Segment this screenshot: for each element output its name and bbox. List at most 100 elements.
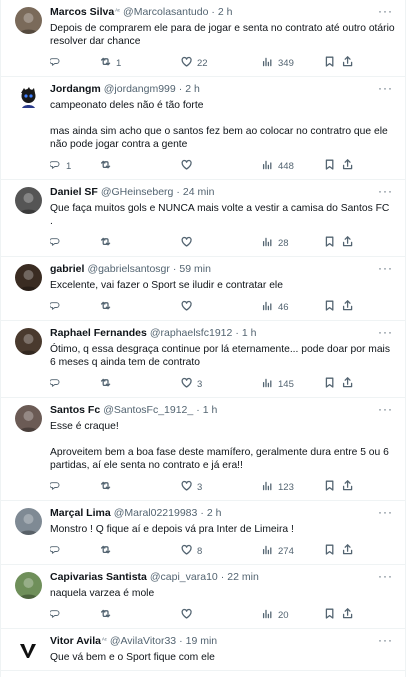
tweet[interactable]: ··· Vitor Avila ᴬᶜ @AvilaVitor33 · 19 min Que …	[1, 629, 405, 671]
tweet[interactable]: ··· Santos Fc @SantosFc_1912_ · 1 h Esse é cr…	[1, 398, 405, 501]
timestamp[interactable]: 2 h	[218, 6, 233, 19]
views-button[interactable]: 28	[262, 236, 324, 251]
tweet[interactable]: ··· Marcos Silva ᴬᶜ @Marcolasantudo · 2 h Depo…	[1, 0, 405, 77]
views-button[interactable]: 448	[262, 159, 324, 174]
tweet[interactable]: ··· Capivarias Santista @capi_vara10 · 22 mi…	[1, 565, 405, 629]
timestamp[interactable]: 24 min	[183, 186, 215, 199]
avatar[interactable]	[15, 636, 42, 663]
reply-button[interactable]	[49, 544, 100, 559]
bookmark-button[interactable]	[324, 608, 342, 623]
display-name[interactable]: Marcos Silva	[50, 6, 114, 19]
views-button[interactable]: 349	[262, 56, 324, 71]
views-button[interactable]: 274	[262, 544, 324, 559]
views-button[interactable]: 123	[262, 480, 324, 495]
timestamp[interactable]: 22 min	[227, 571, 259, 584]
avatar[interactable]	[15, 405, 42, 432]
tweet[interactable]: ··· Daniel SF @GHeinseberg · 24 min Que faça …	[1, 180, 405, 257]
reply-button[interactable]	[49, 608, 100, 623]
user-handle[interactable]: @Marcolasantudo	[123, 6, 208, 19]
bookmark-button[interactable]	[324, 236, 342, 251]
retweet-button[interactable]	[100, 544, 181, 559]
timestamp[interactable]: 19 min	[186, 635, 218, 648]
user-handle[interactable]: @capi_vara10	[150, 571, 218, 584]
like-button[interactable]: 3	[181, 377, 262, 392]
share-button[interactable]	[342, 158, 356, 174]
more-options-icon[interactable]: ···	[378, 633, 393, 647]
timestamp[interactable]: 1 h	[203, 404, 218, 417]
tweet[interactable]: ··· Marçal Lima @Maral02219983 · 2 h Monstro …	[1, 501, 405, 565]
reply-button[interactable]: 1	[49, 159, 100, 174]
retweet-button[interactable]	[100, 377, 181, 392]
user-handle[interactable]: @jordangm999	[104, 83, 176, 96]
more-options-icon[interactable]: ···	[378, 261, 393, 275]
timestamp[interactable]: 2 h	[207, 507, 222, 520]
bookmark-button[interactable]	[324, 159, 342, 174]
display-name[interactable]: Capivarias Santista	[50, 571, 147, 584]
retweet-button[interactable]	[100, 300, 181, 315]
retweet-button[interactable]: 1	[100, 56, 181, 71]
share-button[interactable]	[342, 299, 356, 315]
share-button[interactable]	[342, 376, 356, 392]
share-button[interactable]	[342, 55, 356, 71]
bookmark-button[interactable]	[324, 56, 342, 71]
avatar[interactable]	[15, 572, 42, 599]
more-options-icon[interactable]: ···	[378, 325, 393, 339]
more-options-icon[interactable]: ···	[378, 569, 393, 583]
display-name[interactable]: Marçal Lima	[50, 507, 111, 520]
like-button[interactable]	[181, 236, 262, 251]
display-name[interactable]: Daniel SF	[50, 186, 98, 199]
display-name[interactable]: Vitor Avila	[50, 635, 101, 648]
tweet[interactable]: ··· gabriel @gabrielsantosgr · 59 min Excelen…	[1, 257, 405, 321]
tweet[interactable]: ··· Raphael Fernandes @raphaelsfc1912 · 1 hÓ…	[1, 321, 405, 398]
display-name[interactable]: Jordangm	[50, 83, 101, 96]
share-button[interactable]	[342, 607, 356, 623]
timestamp[interactable]: 2 h	[185, 83, 200, 96]
timestamp[interactable]: 1 h	[242, 327, 257, 340]
views-button[interactable]: 145	[262, 377, 324, 392]
avatar[interactable]	[15, 7, 42, 34]
reply-button[interactable]	[49, 300, 100, 315]
user-handle[interactable]: @Maral02219983	[114, 507, 198, 520]
avatar[interactable]	[15, 328, 42, 355]
share-button[interactable]	[342, 543, 356, 559]
user-handle[interactable]: @raphaelsfc1912	[150, 327, 232, 340]
user-handle[interactable]: @gabrielsantosgr	[87, 263, 169, 276]
retweet-button[interactable]	[100, 480, 181, 495]
bookmark-button[interactable]	[324, 544, 342, 559]
share-button[interactable]	[342, 235, 356, 251]
bookmark-button[interactable]	[324, 480, 342, 495]
views-button[interactable]: 20	[262, 608, 324, 623]
avatar[interactable]	[15, 508, 42, 535]
like-button[interactable]	[181, 608, 262, 623]
display-name[interactable]: Raphael Fernandes	[50, 327, 147, 340]
timestamp[interactable]: 59 min	[179, 263, 211, 276]
user-handle[interactable]: @SantosFc_1912_	[103, 404, 193, 417]
bookmark-button[interactable]	[324, 377, 342, 392]
like-button[interactable]	[181, 300, 262, 315]
more-options-icon[interactable]: ···	[378, 81, 393, 95]
display-name[interactable]: gabriel	[50, 263, 84, 276]
like-button[interactable]: 8	[181, 544, 262, 559]
share-button[interactable]	[342, 479, 356, 495]
more-options-icon[interactable]: ···	[378, 184, 393, 198]
user-handle[interactable]: @AvilaVitor33	[110, 635, 176, 648]
retweet-button[interactable]	[100, 236, 181, 251]
like-button[interactable]: 22	[181, 56, 262, 71]
like-button[interactable]	[181, 159, 262, 174]
reply-button[interactable]	[49, 377, 100, 392]
avatar[interactable]	[15, 187, 42, 214]
avatar[interactable]	[15, 84, 42, 111]
reply-button[interactable]	[49, 480, 100, 495]
user-handle[interactable]: @GHeinseberg	[101, 186, 174, 199]
display-name[interactable]: Santos Fc	[50, 404, 100, 417]
more-options-icon[interactable]: ···	[378, 402, 393, 416]
retweet-button[interactable]	[100, 159, 181, 174]
views-button[interactable]: 46	[262, 300, 324, 315]
more-options-icon[interactable]: ···	[378, 505, 393, 519]
avatar[interactable]	[15, 264, 42, 291]
reply-button[interactable]	[49, 236, 100, 251]
bookmark-button[interactable]	[324, 300, 342, 315]
retweet-button[interactable]	[100, 608, 181, 623]
reply-button[interactable]	[49, 56, 100, 71]
tweet[interactable]: ··· Jordangm @jordangm999 · 2 h campeonato de…	[1, 77, 405, 180]
